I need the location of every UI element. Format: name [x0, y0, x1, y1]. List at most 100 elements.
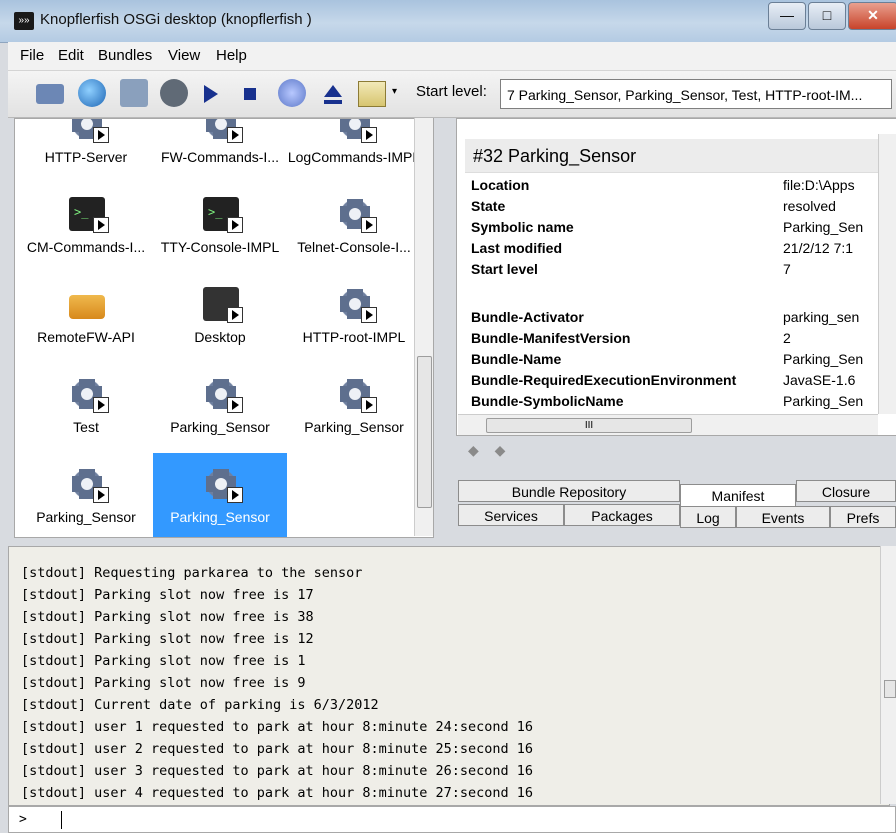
scrollbar-thumb[interactable]	[884, 680, 896, 698]
active-badge-icon	[227, 127, 243, 143]
start-bundle-icon[interactable]	[204, 85, 218, 103]
bundle-item[interactable]: Parking_Sensor	[153, 363, 287, 451]
menu-edit[interactable]: Edit	[58, 47, 84, 64]
gear-hub-icon	[349, 208, 361, 220]
start-level-label: Start level:	[416, 83, 487, 100]
bundle-item[interactable]: Test	[19, 363, 153, 451]
package-icon	[69, 295, 105, 319]
gear-icon	[203, 377, 243, 413]
bundle-grid-scrollbar[interactable]	[414, 118, 433, 536]
gear-icon	[69, 467, 109, 503]
prop-value: 21/2/12 7:1	[783, 240, 854, 256]
bundle-item[interactable]: Parking_Sensor	[287, 363, 421, 451]
prop-key: Start level	[471, 261, 538, 277]
prop-key: Last modified	[471, 240, 563, 256]
prop-value: 7	[783, 261, 791, 277]
bundle-item[interactable]: HTTP-root-IMPL	[287, 273, 421, 361]
console-line: [stdout] Parking slot now free is 12	[21, 631, 314, 647]
history-nav-arrows-icon[interactable]: ◆ ◆	[468, 442, 511, 459]
dropdown-arrow-icon[interactable]: ▾	[392, 86, 400, 114]
stop-bundle-icon[interactable]	[244, 88, 256, 100]
bundle-item[interactable]: Parking_Sensor	[153, 453, 287, 537]
start-level-select[interactable]: 7 Parking_Sensor, Parking_Sensor, Test, …	[500, 79, 892, 109]
bundle-item[interactable]: Telnet-Console-I...	[287, 183, 421, 271]
bundle-item[interactable]: LogCommands-IMPL	[287, 119, 421, 181]
manifest-value: JavaSE-1.6	[783, 372, 856, 388]
manifest-value: 2	[783, 330, 791, 346]
details-vertical-scrollbar[interactable]	[878, 134, 896, 414]
bundle-item[interactable]: TTY-Console-IMPL	[153, 183, 287, 271]
text-caret	[61, 811, 62, 829]
console-line: [stdout] Current date of parking is 6/3/…	[21, 697, 379, 713]
active-badge-icon	[93, 487, 109, 503]
console-output: [stdout] Requesting parkarea to the sens…	[8, 546, 890, 806]
eject-icon[interactable]	[324, 85, 342, 97]
bundle-label: Test	[73, 419, 99, 435]
bundle-item[interactable]: Parking_Sensor	[19, 453, 153, 537]
bundle-label: HTTP-Server	[44, 149, 128, 165]
active-badge-icon	[361, 217, 377, 233]
tab-prefs[interactable]: Prefs	[830, 506, 896, 528]
scrollbar-thumb[interactable]	[417, 356, 432, 508]
tab-closure[interactable]: Closure	[796, 480, 896, 502]
tab-manifest[interactable]: Manifest	[680, 484, 796, 506]
console-line: [stdout] Parking slot now free is 9	[21, 675, 306, 691]
menu-bundles[interactable]: Bundles	[98, 47, 152, 64]
bundle-item[interactable]: RemoteFW-API	[19, 273, 153, 361]
manifest-key: Bundle-ManifestVersion	[471, 330, 631, 346]
terminal-icon	[69, 197, 109, 233]
tab-packages[interactable]: Packages	[564, 504, 680, 526]
tab-log[interactable]: Log	[680, 506, 736, 528]
minimize-button[interactable]: —	[768, 2, 806, 30]
gear-hub-icon	[349, 119, 361, 130]
manifest-key: Bundle-SymbolicName	[471, 393, 624, 409]
gear-icon	[69, 119, 109, 143]
tab-services[interactable]: Services	[458, 504, 564, 526]
manifest-value: Parking_Sen	[783, 351, 864, 367]
bundle-label: Desktop	[194, 329, 246, 345]
menu-view[interactable]: View	[168, 47, 200, 64]
refresh-icon[interactable]	[278, 79, 306, 107]
tab-bundle-repository[interactable]: Bundle Repository	[458, 480, 680, 502]
menu-file[interactable]: File	[20, 47, 44, 64]
update-bundle-icon[interactable]	[120, 79, 148, 107]
bundle-details-panel: #32 Parking_Sensor Location file:D:\Apps…	[456, 118, 896, 436]
gear-icon	[337, 119, 377, 143]
bundle-label: Parking_Sensor	[304, 419, 404, 435]
active-badge-icon	[361, 307, 377, 323]
console-scrollbar[interactable]	[880, 546, 896, 804]
menu-bar: File Edit Bundles View Help	[8, 42, 896, 71]
gear-icon	[69, 377, 109, 413]
maximize-button[interactable]: □	[808, 2, 846, 30]
active-badge-icon	[361, 397, 377, 413]
uninstall-bundle-icon[interactable]	[160, 79, 188, 107]
bundle-label: RemoteFW-API	[37, 329, 135, 345]
console-line: [stdout] Parking slot now free is 17	[21, 587, 314, 603]
console-line: [stdout] Parking slot now free is 38	[21, 609, 314, 625]
active-badge-icon	[227, 397, 243, 413]
active-badge-icon	[93, 127, 109, 143]
bundle-label: FW-Commands-I...	[161, 149, 279, 165]
menu-help[interactable]: Help	[216, 47, 247, 64]
active-badge-icon	[361, 127, 377, 143]
open-bundle-icon[interactable]	[36, 84, 64, 104]
bundle-item[interactable]: HTTP-Server	[19, 119, 153, 181]
prop-key: Symbolic name	[471, 219, 574, 235]
list-icon[interactable]	[358, 81, 386, 107]
console-line: [stdout] user 4 requested to park at hou…	[21, 785, 534, 801]
speaker-icon	[203, 287, 243, 323]
install-url-icon[interactable]	[78, 79, 106, 107]
bundle-label: TTY-Console-IMPL	[160, 239, 280, 255]
console-command-input[interactable]: >	[8, 806, 896, 833]
bundle-item[interactable]: CM-Commands-I...	[19, 183, 153, 271]
bundle-item[interactable]: FW-Commands-I...	[153, 119, 287, 181]
close-button[interactable]: ✕	[848, 2, 896, 30]
tab-events[interactable]: Events	[736, 506, 830, 528]
manifest-key: Bundle-RequiredExecutionEnvironment	[471, 372, 737, 388]
scrollbar-thumb[interactable]: III	[486, 418, 692, 433]
console-line: [stdout] user 2 requested to park at hou…	[21, 741, 534, 757]
bundle-item[interactable]: Desktop	[153, 273, 287, 361]
gear-icon	[203, 467, 243, 503]
bundle-label: Parking_Sensor	[170, 509, 270, 525]
details-horizontal-scrollbar[interactable]: III	[458, 414, 878, 435]
